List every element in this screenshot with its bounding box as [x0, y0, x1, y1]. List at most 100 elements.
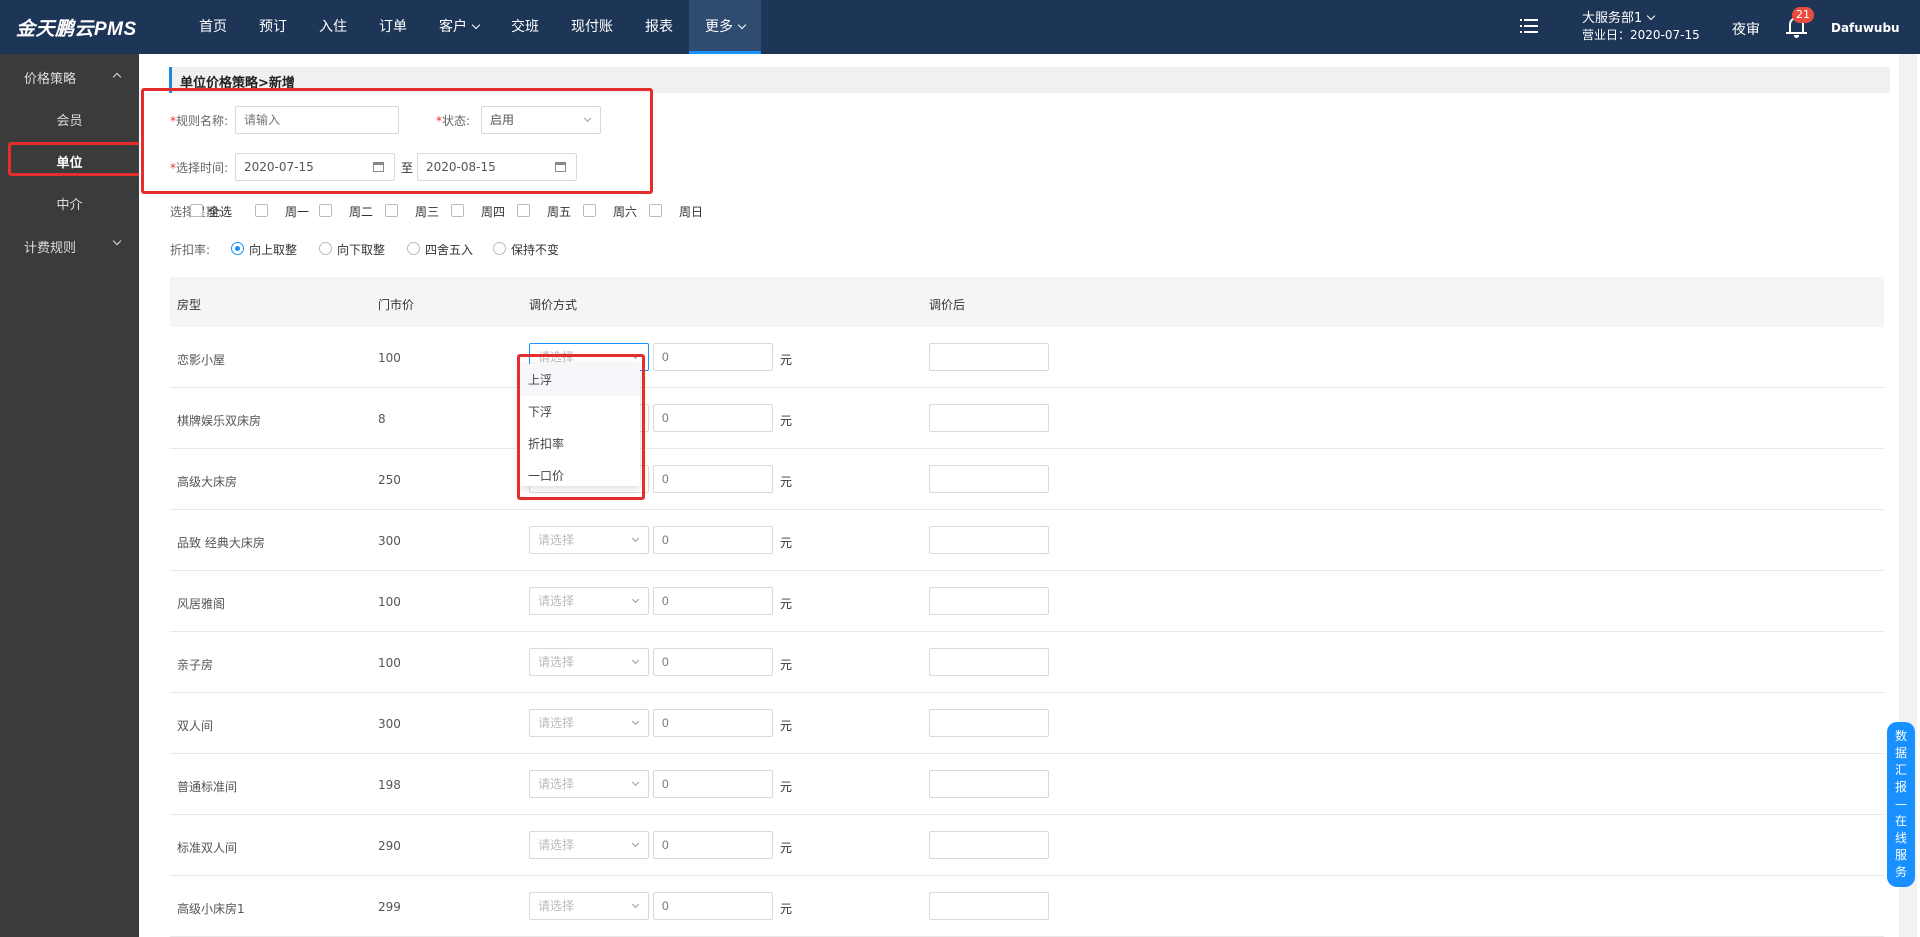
notification-badge: 21 [1792, 7, 1814, 23]
unit-label: 元 [780, 475, 793, 489]
data-report-online-service-button[interactable]: 数据汇报 — 在线服务 [1887, 722, 1915, 887]
select-placeholder: 请选择 [538, 655, 575, 669]
week-option-label: 周一 [285, 205, 310, 219]
chevron-down-icon [631, 595, 640, 604]
nav-item-label: 预订 [259, 19, 287, 35]
adjust-method-select[interactable]: 请选择 [529, 770, 649, 798]
adjusted-price-input[interactable] [929, 709, 1049, 737]
float-panel-char: 服 [1894, 848, 1907, 862]
annotation-highlight-box [141, 88, 653, 194]
adjust-amount-input[interactable] [653, 587, 773, 615]
table-row: 普通标准间 198 请选择 元 [170, 754, 1884, 815]
adjust-amount-input[interactable] [653, 526, 773, 554]
adjusted-price-input[interactable] [929, 892, 1049, 920]
select-placeholder: 请选择 [538, 838, 575, 852]
adjust-amount-input[interactable] [653, 404, 773, 432]
week-checkbox[interactable] [385, 204, 398, 217]
rounding-option-label: 向下取整 [337, 243, 386, 257]
table-row: 双人间 300 请选择 元 [170, 693, 1884, 754]
adjust-amount-input[interactable] [653, 831, 773, 859]
chevron-down-icon [631, 656, 640, 665]
select-placeholder: 请选择 [538, 533, 575, 547]
nav-item[interactable]: 首页 [183, 0, 243, 54]
table-row: 恋影小屋100请选择元 [170, 327, 1884, 388]
room-type-cell: 标准双人间 [177, 841, 238, 855]
sidebar-group-billing-rules[interactable]: 计费规则 [24, 237, 76, 256]
rack-rate-cell: 100 [378, 351, 401, 365]
adjusted-price-input[interactable] [929, 526, 1049, 554]
adjust-method-select[interactable]: 请选择 [529, 831, 649, 859]
column-header-room-type: 房型 [177, 298, 202, 312]
adjust-amount-input[interactable] [653, 709, 773, 737]
room-type-cell: 棋牌娱乐双床房 [177, 414, 262, 428]
rounding-radio[interactable] [231, 242, 244, 255]
week-checkbox[interactable] [319, 204, 332, 217]
adjusted-price-input[interactable] [929, 404, 1049, 432]
select-placeholder: 请选择 [538, 777, 575, 791]
week-checkbox[interactable] [583, 204, 596, 217]
unit-label: 元 [780, 780, 793, 794]
adjust-method-select[interactable]: 请选择 [529, 587, 649, 615]
nav-item[interactable]: 预订 [243, 0, 303, 54]
adjust-amount-input[interactable] [653, 648, 773, 676]
rounding-radio[interactable] [407, 242, 420, 255]
adjusted-price-input[interactable] [929, 587, 1049, 615]
chevron-down-icon [631, 839, 640, 848]
nav-item[interactable]: 交班 [495, 0, 555, 54]
username[interactable]: Dafuwubu [1831, 21, 1900, 35]
adjust-amount-input[interactable] [653, 465, 773, 493]
week-checkbox[interactable] [451, 204, 464, 217]
adjust-method-select[interactable]: 请选择 [529, 892, 649, 920]
unit-label: 元 [780, 414, 793, 428]
nav-item[interactable]: 更多 [689, 0, 761, 54]
rack-rate-cell: 100 [378, 656, 401, 670]
app-logo[interactable]: 金天鹏云PMS [16, 14, 137, 41]
rounding-radio[interactable] [493, 242, 506, 255]
night-audit-link[interactable]: 夜审 [1732, 19, 1760, 39]
adjust-amount-input[interactable] [653, 343, 773, 371]
adjust-amount-input[interactable] [653, 892, 773, 920]
sidebar-item-agent[interactable]: 中介 [0, 194, 139, 213]
week-checkbox[interactable] [649, 204, 662, 217]
adjusted-price-input[interactable] [929, 831, 1049, 859]
chevron-up-icon [112, 72, 122, 82]
top-navigation-bar: 金天鹏云PMS 首页 预订 入住 订单 客户 交班 现付账 报表 更多 大服务部1 营业日：20… [0, 0, 1920, 54]
annotation-highlight-box [517, 354, 645, 500]
nav-item[interactable]: 订单 [363, 0, 423, 54]
adjusted-price-input[interactable] [929, 343, 1049, 371]
adjust-method-select[interactable]: 请选择 [529, 526, 649, 554]
column-header-adjusted-price: 调价后 [929, 298, 966, 312]
adjust-method-select[interactable]: 请选择 [529, 709, 649, 737]
sidebar: 价格策略 会员 单位 中介 计费规则 [0, 54, 150, 937]
unit-label: 元 [780, 353, 793, 367]
sidebar-item-member[interactable]: 会员 [0, 110, 139, 129]
chevron-down-icon [631, 534, 640, 543]
week-checkbox[interactable] [255, 204, 268, 217]
department-name: 大服务部1 [1582, 11, 1643, 26]
unit-label: 元 [780, 597, 793, 611]
adjusted-price-input[interactable] [929, 770, 1049, 798]
room-type-cell: 高级大床房 [177, 475, 238, 489]
float-panel-char: 线 [1894, 831, 1907, 845]
week-option-label: 周六 [613, 205, 638, 219]
room-type-cell: 恋影小屋 [177, 353, 226, 367]
nav-item[interactable]: 入住 [303, 0, 363, 54]
week-checkbox[interactable] [517, 204, 530, 217]
week-checkbox[interactable] [190, 204, 203, 217]
week-option-label: 周二 [349, 205, 374, 219]
department-selector[interactable]: 大服务部1 营业日：2020-07-15 [1582, 10, 1700, 44]
nav-item[interactable]: 客户 [423, 0, 495, 54]
business-date: 营业日：2020-07-15 [1582, 28, 1700, 42]
adjust-amount-input[interactable] [653, 770, 773, 798]
list-menu-icon[interactable] [1520, 18, 1538, 34]
nav-item-label: 入住 [319, 19, 347, 35]
nav-item[interactable]: 报表 [629, 0, 689, 54]
adjust-method-select[interactable]: 请选择 [529, 648, 649, 676]
rounding-radio[interactable] [319, 242, 332, 255]
nav-item[interactable]: 现付账 [555, 0, 629, 54]
unit-label: 元 [780, 658, 793, 672]
adjusted-price-input[interactable] [929, 648, 1049, 676]
sidebar-group-price-strategy[interactable]: 价格策略 [24, 68, 76, 87]
room-type-cell: 高级小床房1 [177, 902, 245, 916]
adjusted-price-input[interactable] [929, 465, 1049, 493]
